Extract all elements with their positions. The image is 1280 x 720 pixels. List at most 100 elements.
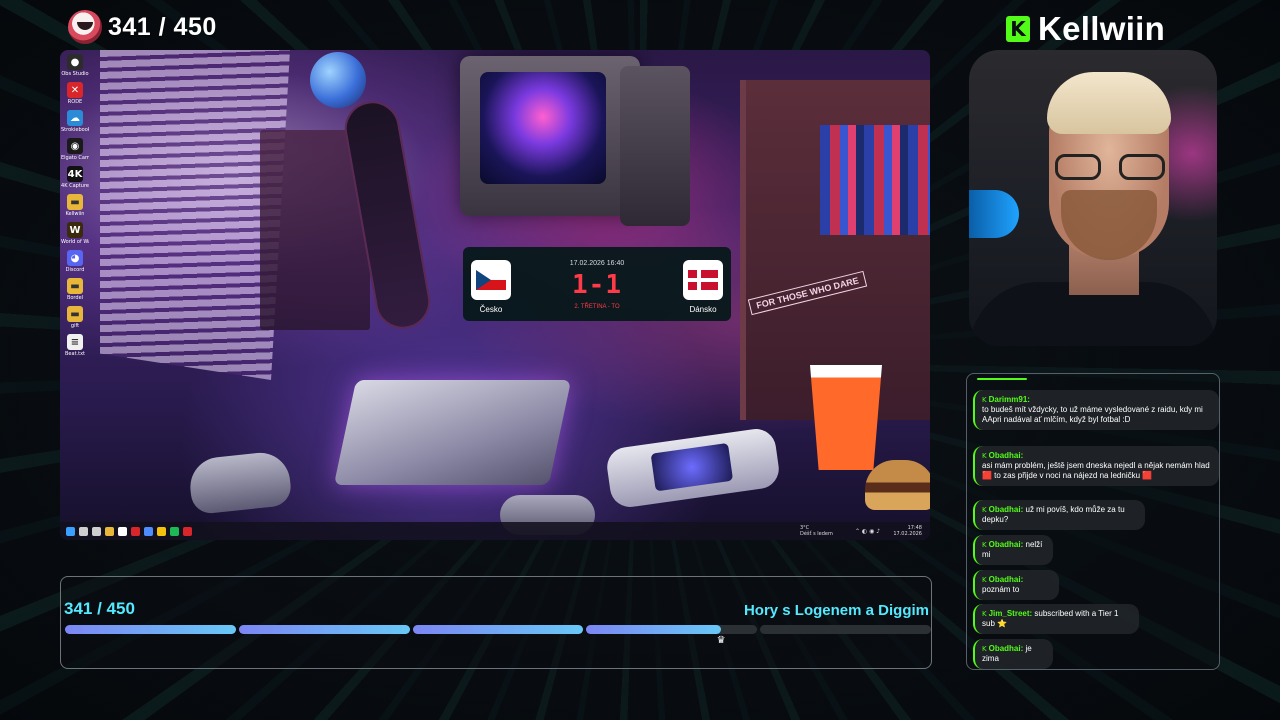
goal-segment: [238, 625, 410, 634]
kick-logo-icon: K: [1006, 16, 1030, 42]
desktop-icon-label: gift: [70, 323, 80, 329]
crown-marker-icon: ♛: [716, 635, 726, 646]
wallpaper-burger: [865, 460, 930, 510]
folder-icon[interactable]: [105, 526, 114, 536]
kick-badge-icon: K: [982, 576, 987, 584]
system-tray-icons[interactable]: ⌃ ◐ ◉ ♪: [855, 528, 880, 535]
desktop-icon[interactable]: ◉Elgato Camera: [61, 138, 89, 161]
chat-message: K Darimm91: to budeš mít vždycky, to už má…: [973, 390, 1219, 430]
desktop-icon[interactable]: ▬ gift: [62, 306, 88, 329]
goal-title: Hory s Logenem a Diggim: [743, 602, 929, 619]
chat-username[interactable]: Obadhai:: [989, 644, 1024, 653]
chrome-icon[interactable]: [157, 526, 166, 536]
brand-name: Kellwiin: [1038, 10, 1166, 47]
taskbar-icons: [66, 526, 192, 536]
desktop-icon-label: Obs Studio: [61, 71, 89, 77]
chat-message: K Obadhai: už mi povíš, kdo může za tu de…: [973, 500, 1145, 530]
goal-segment: [412, 625, 584, 634]
discord-icon: ◕: [67, 250, 83, 266]
kick-badge-icon: K: [982, 452, 987, 460]
goal-segment-fill: [586, 625, 722, 634]
desktop-icon[interactable]: ▬ Bordel: [62, 278, 88, 301]
rode-icon: ✕: [67, 82, 83, 98]
browser-icon[interactable]: [144, 526, 153, 536]
chat-username[interactable]: Obadhai:: [989, 505, 1024, 514]
webcam-feed: [969, 50, 1217, 346]
desktop-icon[interactable]: WWorld of Warcraft: [61, 222, 89, 245]
taskbar-weather[interactable]: 3°C Déšť s ledem: [800, 525, 833, 537]
desktop-icon-label: World of Warcraft: [61, 239, 89, 245]
folder-icon: ▬: [67, 278, 83, 294]
chat-message: K Obadhai: nelží mi: [973, 535, 1053, 565]
desktop-icon[interactable]: ✕ RODE: [62, 82, 88, 105]
desktop-icon[interactable]: ● Obs Studio: [61, 54, 89, 77]
desktop-icons: ●Obs Studio ✕RODE ☁Strokiebooks ◉Elgato Cam…: [61, 54, 89, 357]
desktop-icon-label: RODE: [67, 99, 83, 105]
record-icon[interactable]: [183, 526, 192, 536]
wallpaper-controller: [187, 449, 293, 516]
brand: K Kellwiin: [1006, 8, 1165, 50]
goal-segment: [586, 625, 758, 634]
desktop-icon[interactable]: ☁Strokiebooks: [61, 110, 89, 133]
kick-badge-icon: K: [982, 645, 987, 653]
top-goal-counter: 341 / 450: [68, 10, 217, 44]
desktop-icon[interactable]: ≡ Beat.txt: [62, 334, 88, 357]
goal-segment-fill: [65, 625, 236, 634]
kick-badge-icon: K: [982, 610, 987, 618]
wallpaper-cup: [810, 365, 882, 470]
top-counter-text: 341 / 450: [108, 12, 217, 41]
obs-icon: ●: [67, 54, 83, 70]
chat-text: poznám to: [982, 585, 1020, 594]
spotify-icon[interactable]: [170, 526, 179, 536]
capture-icon: 4K: [67, 166, 83, 182]
desktop-screen[interactable]: FOR THOSE WHO DARE ● Obs Studio ✕ RODE ☁ Stro…: [60, 50, 930, 540]
goal-segment: [65, 625, 236, 634]
mascot-icon: [68, 10, 102, 44]
chat-panel[interactable]: K Darimm91: to budeš mít vždycky, to už má…: [966, 373, 1220, 670]
match-score-widget[interactable]: Česko 17.02.2026 16:40 1-1 2. TŘETINA - …: [463, 247, 731, 321]
chat-accent-line: [977, 378, 1027, 380]
wallpaper-tv: [460, 56, 640, 216]
kick-badge-icon: K: [982, 506, 987, 514]
taskbar: 3°C Déšť s ledem ⌃ ◐ ◉ ♪ 17:48 17.02.202…: [60, 522, 930, 540]
desktop-icon[interactable]: ◕ Discord: [62, 250, 88, 273]
chat-username[interactable]: Darimm91:: [989, 395, 1030, 404]
wow-icon: W: [67, 222, 83, 238]
close-app-icon[interactable]: [131, 526, 140, 536]
camera-icon: ◉: [67, 138, 83, 154]
cloud-app-icon: ☁: [67, 110, 83, 126]
streamer-hair: [1047, 72, 1171, 134]
windows-icon[interactable]: [66, 526, 75, 536]
chat-text: asi mám problém, ještě jsem dneska nejed…: [982, 461, 1210, 480]
streamer-glasses: [1055, 154, 1165, 180]
chat-message: K Obadhai: poznám to: [973, 570, 1059, 600]
folder-icon: ▬: [67, 306, 83, 322]
desktop-icon[interactable]: 4K 4K Capture: [61, 166, 89, 189]
goal-segment-fill: [238, 625, 410, 634]
desktop-icon-label: Bordel: [66, 295, 84, 301]
wallpaper-speaker: [620, 66, 690, 226]
desktop-icon-label: Elgato Camera: [61, 155, 89, 161]
goal-segment-fill: [412, 625, 584, 634]
chat-username[interactable]: Obadhai:: [989, 451, 1024, 460]
taskbar-clock[interactable]: 17:48 17.02.2026: [893, 525, 922, 537]
chat-text: to budeš mít vždycky, to už máme vysledo…: [982, 405, 1203, 424]
app-icon[interactable]: [118, 526, 127, 536]
text-file-icon: ≡: [67, 334, 83, 350]
away-team-name: Dánsko: [689, 305, 717, 314]
desktop-icon[interactable]: ▬ Kellwiin: [62, 194, 88, 217]
desktop-icon-label: Strokiebooks: [61, 127, 89, 133]
search-icon[interactable]: [79, 526, 88, 536]
taskbar-date: 17.02.2026: [893, 531, 922, 537]
desktop-icon-label: Beat.txt: [65, 351, 85, 357]
goal-panel: 341 / 450 Hory s Logenem a Diggim ♛: [60, 576, 932, 669]
microphone: [969, 190, 1019, 238]
chat-message: K Jim_Street: subscribed with a Tier 1 su…: [973, 604, 1139, 634]
taskview-icon[interactable]: [92, 526, 101, 536]
wallpaper-books: [820, 125, 930, 235]
chat-username[interactable]: Jim_Street:: [989, 609, 1033, 618]
chat-username[interactable]: Obadhai:: [989, 575, 1024, 584]
chat-username[interactable]: Obadhai:: [989, 540, 1024, 549]
kick-badge-icon: K: [982, 541, 987, 549]
chat-message: K Obadhai: je zima: [973, 639, 1053, 669]
